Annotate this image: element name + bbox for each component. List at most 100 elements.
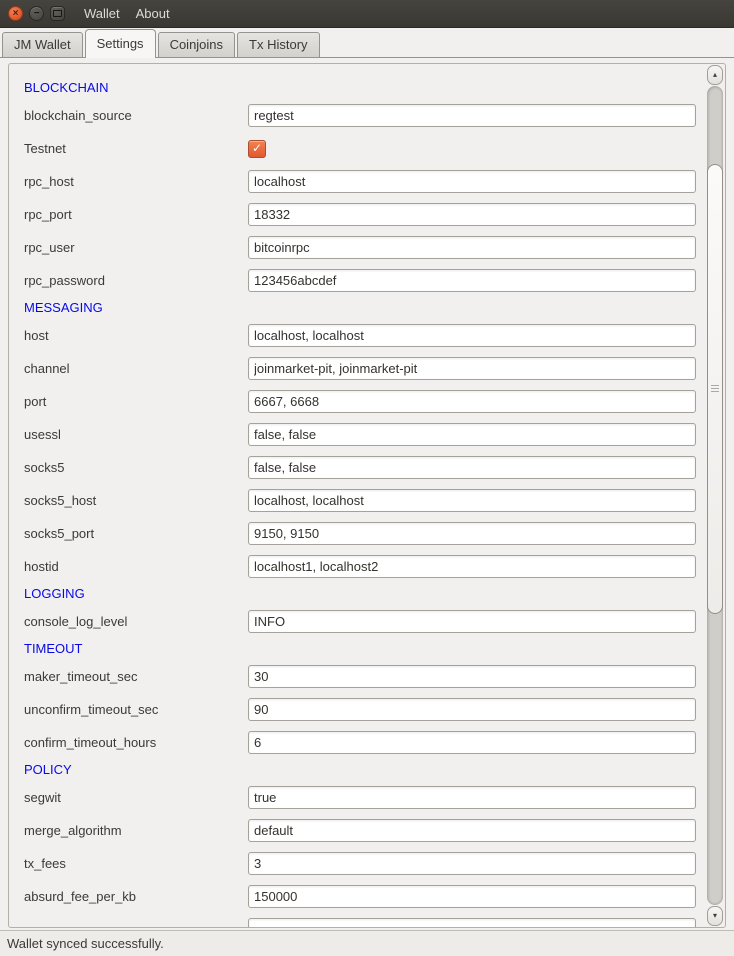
settings-row: port <box>24 385 707 418</box>
settings-row: rpc_port <box>24 198 707 231</box>
setting-label: host <box>24 328 248 343</box>
settings-row: rpc_user <box>24 231 707 264</box>
setting-label: rpc_password <box>24 273 248 288</box>
arrow-down-icon: ▾ <box>713 912 717 920</box>
setting-label: socks5_host <box>24 493 248 508</box>
setting-input-hostid[interactable] <box>248 555 696 578</box>
setting-input-unconfirm_timeout_sec[interactable] <box>248 698 696 721</box>
settings-row <box>24 913 707 928</box>
setting-input-rpc_password[interactable] <box>248 269 696 292</box>
setting-label: rpc_port <box>24 207 248 222</box>
setting-label: confirm_timeout_hours <box>24 735 248 750</box>
tab-settings[interactable]: Settings <box>85 29 156 58</box>
setting-input-absurd_fee_per_kb[interactable] <box>248 885 696 908</box>
setting-input-port[interactable] <box>248 390 696 413</box>
check-icon: ✓ <box>252 142 262 154</box>
tab-coinjoins[interactable]: Coinjoins <box>158 32 235 58</box>
setting-input-console_log_level[interactable] <box>248 610 696 633</box>
setting-label: Testnet <box>24 141 248 156</box>
scroll-up-button[interactable]: ▴ <box>707 65 723 85</box>
setting-input-partial[interactable] <box>248 918 696 928</box>
setting-input-rpc_host[interactable] <box>248 170 696 193</box>
settings-row: hostid <box>24 550 707 583</box>
maximize-button[interactable] <box>50 6 65 21</box>
setting-input-maker_timeout_sec[interactable] <box>248 665 696 688</box>
settings-row: console_log_level <box>24 605 707 638</box>
setting-label: socks5 <box>24 460 248 475</box>
settings-row: tx_fees <box>24 847 707 880</box>
settings-row: usessl <box>24 418 707 451</box>
setting-input-confirm_timeout_hours[interactable] <box>248 731 696 754</box>
title-bar: × − Wallet About <box>0 0 734 28</box>
settings-row: absurd_fee_per_kb <box>24 880 707 913</box>
section-header-blockchain: BLOCKCHAIN <box>24 77 707 99</box>
scroll-down-button[interactable]: ▾ <box>707 906 723 926</box>
tab-jm-wallet[interactable]: JM Wallet <box>2 32 83 58</box>
close-button[interactable]: × <box>8 6 23 21</box>
setting-label: console_log_level <box>24 614 248 629</box>
setting-input-socks5_port[interactable] <box>248 522 696 545</box>
arrow-up-icon: ▴ <box>713 71 717 79</box>
menu-item-wallet[interactable]: Wallet <box>78 4 126 23</box>
scrollbar-grip-icon <box>711 385 719 393</box>
section-header-timeout: TIMEOUT <box>24 638 707 660</box>
setting-input-channel[interactable] <box>248 357 696 380</box>
status-bar: Wallet synced successfully. <box>0 930 734 956</box>
setting-label: channel <box>24 361 248 376</box>
setting-input-socks5_host[interactable] <box>248 489 696 512</box>
settings-row: unconfirm_timeout_sec <box>24 693 707 726</box>
section-header-messaging: MESSAGING <box>24 297 707 319</box>
settings-row: host <box>24 319 707 352</box>
settings-row: confirm_timeout_hours <box>24 726 707 759</box>
scrollbar-thumb[interactable] <box>707 164 723 614</box>
settings-row: rpc_host <box>24 165 707 198</box>
testnet-checkbox[interactable]: ✓ <box>248 140 266 158</box>
setting-label: blockchain_source <box>24 108 248 123</box>
setting-label: maker_timeout_sec <box>24 669 248 684</box>
setting-label: rpc_user <box>24 240 248 255</box>
setting-input-host[interactable] <box>248 324 696 347</box>
setting-input-socks5[interactable] <box>248 456 696 479</box>
section-header-policy: POLICY <box>24 759 707 781</box>
setting-input-blockchain_source[interactable] <box>248 104 696 127</box>
setting-label: tx_fees <box>24 856 248 871</box>
settings-content: BLOCKCHAIN blockchain_source Testnet ✓ rpc_h… <box>9 64 707 928</box>
status-message: Wallet synced successfully. <box>7 936 164 951</box>
settings-row: segwit <box>24 781 707 814</box>
setting-input-segwit[interactable] <box>248 786 696 809</box>
setting-label: socks5_port <box>24 526 248 541</box>
setting-label: hostid <box>24 559 248 574</box>
settings-row: maker_timeout_sec <box>24 660 707 693</box>
settings-row: blockchain_source <box>24 99 707 132</box>
setting-label: unconfirm_timeout_sec <box>24 702 248 717</box>
app-window: × − Wallet About JM WalletSettingsCoinjo… <box>0 0 734 956</box>
settings-row: merge_algorithm <box>24 814 707 847</box>
settings-row: Testnet ✓ <box>24 132 707 165</box>
settings-row: rpc_password <box>24 264 707 297</box>
minimize-icon: − <box>34 9 40 19</box>
settings-row: socks5_port <box>24 517 707 550</box>
section-header-logging: LOGGING <box>24 583 707 605</box>
settings-row: socks5_host <box>24 484 707 517</box>
setting-input-merge_algorithm[interactable] <box>248 819 696 842</box>
setting-input-tx_fees[interactable] <box>248 852 696 875</box>
menu-bar: Wallet About <box>78 4 176 23</box>
setting-label: port <box>24 394 248 409</box>
menu-item-about[interactable]: About <box>130 4 176 23</box>
close-icon: × <box>13 9 19 19</box>
vertical-scrollbar[interactable]: ▴ ▾ <box>706 65 724 926</box>
setting-input-rpc_user[interactable] <box>248 236 696 259</box>
tab-bar: JM WalletSettingsCoinjoinsTx History <box>0 28 734 58</box>
minimize-button[interactable]: − <box>29 6 44 21</box>
settings-row: socks5 <box>24 451 707 484</box>
setting-label: absurd_fee_per_kb <box>24 889 248 904</box>
setting-label: merge_algorithm <box>24 823 248 838</box>
settings-scroll-area: BLOCKCHAIN blockchain_source Testnet ✓ rpc_h… <box>8 63 726 928</box>
setting-label: usessl <box>24 427 248 442</box>
settings-row: channel <box>24 352 707 385</box>
setting-label: rpc_host <box>24 174 248 189</box>
setting-input-usessl[interactable] <box>248 423 696 446</box>
setting-input-rpc_port[interactable] <box>248 203 696 226</box>
setting-label: segwit <box>24 790 248 805</box>
tab-tx-history[interactable]: Tx History <box>237 32 320 58</box>
